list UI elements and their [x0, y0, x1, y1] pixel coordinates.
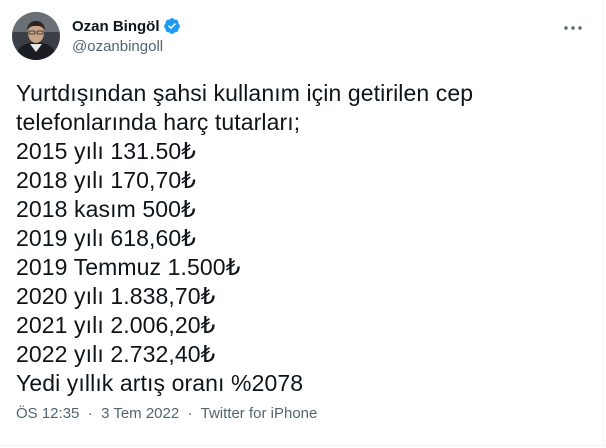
tweet-line: 2018 yılı 170,70₺	[16, 167, 197, 193]
author-handle[interactable]: @ozanbingoll	[72, 38, 163, 55]
tweet-line: Yedi yıllık artış oranı %2078	[16, 370, 304, 396]
author-display-name[interactable]: Ozan Bingöl	[72, 18, 160, 35]
tweet-card: Ozan Bingöl @ozanbingoll Yurtdışından şa…	[0, 0, 604, 446]
profile-photo-icon	[12, 12, 60, 60]
tweet-source[interactable]: Twitter for iPhone	[201, 405, 318, 422]
meta-separator: ·	[183, 405, 197, 422]
author-name-row: Ozan Bingöl	[72, 16, 181, 36]
verified-badge-icon	[163, 17, 181, 35]
tweet-line: telefonlarında harç tutarları;	[16, 109, 301, 135]
tweet-date[interactable]: 3 Tem 2022	[101, 405, 179, 422]
tweet-line: 2021 yılı 2.006,20₺	[16, 312, 216, 338]
tweet-time[interactable]: ÖS 12:35	[16, 405, 79, 422]
tweet-line: 2019 yılı 618,60₺	[16, 225, 197, 251]
tweet-line: 2015 yılı 131.50₺	[16, 138, 197, 164]
meta-separator: ·	[83, 405, 97, 422]
tweet-line: 2019 Temmuz 1.500₺	[16, 254, 241, 280]
more-options-icon[interactable]	[563, 18, 583, 38]
tweet-metadata: ÖS 12:35 · 3 Tem 2022 · Twitter for iPho…	[16, 405, 317, 422]
tweet-line: Yurtdışından şahsi kullanım için getiril…	[16, 80, 474, 106]
avatar[interactable]	[12, 12, 60, 60]
tweet-text: Yurtdışından şahsi kullanım için getiril…	[16, 79, 586, 398]
tweet-line: 2020 yılı 1.838,70₺	[16, 283, 216, 309]
tweet-line: 2018 kasım 500₺	[16, 196, 196, 222]
tweet-line: 2022 yılı 2.732,40₺	[16, 341, 216, 367]
